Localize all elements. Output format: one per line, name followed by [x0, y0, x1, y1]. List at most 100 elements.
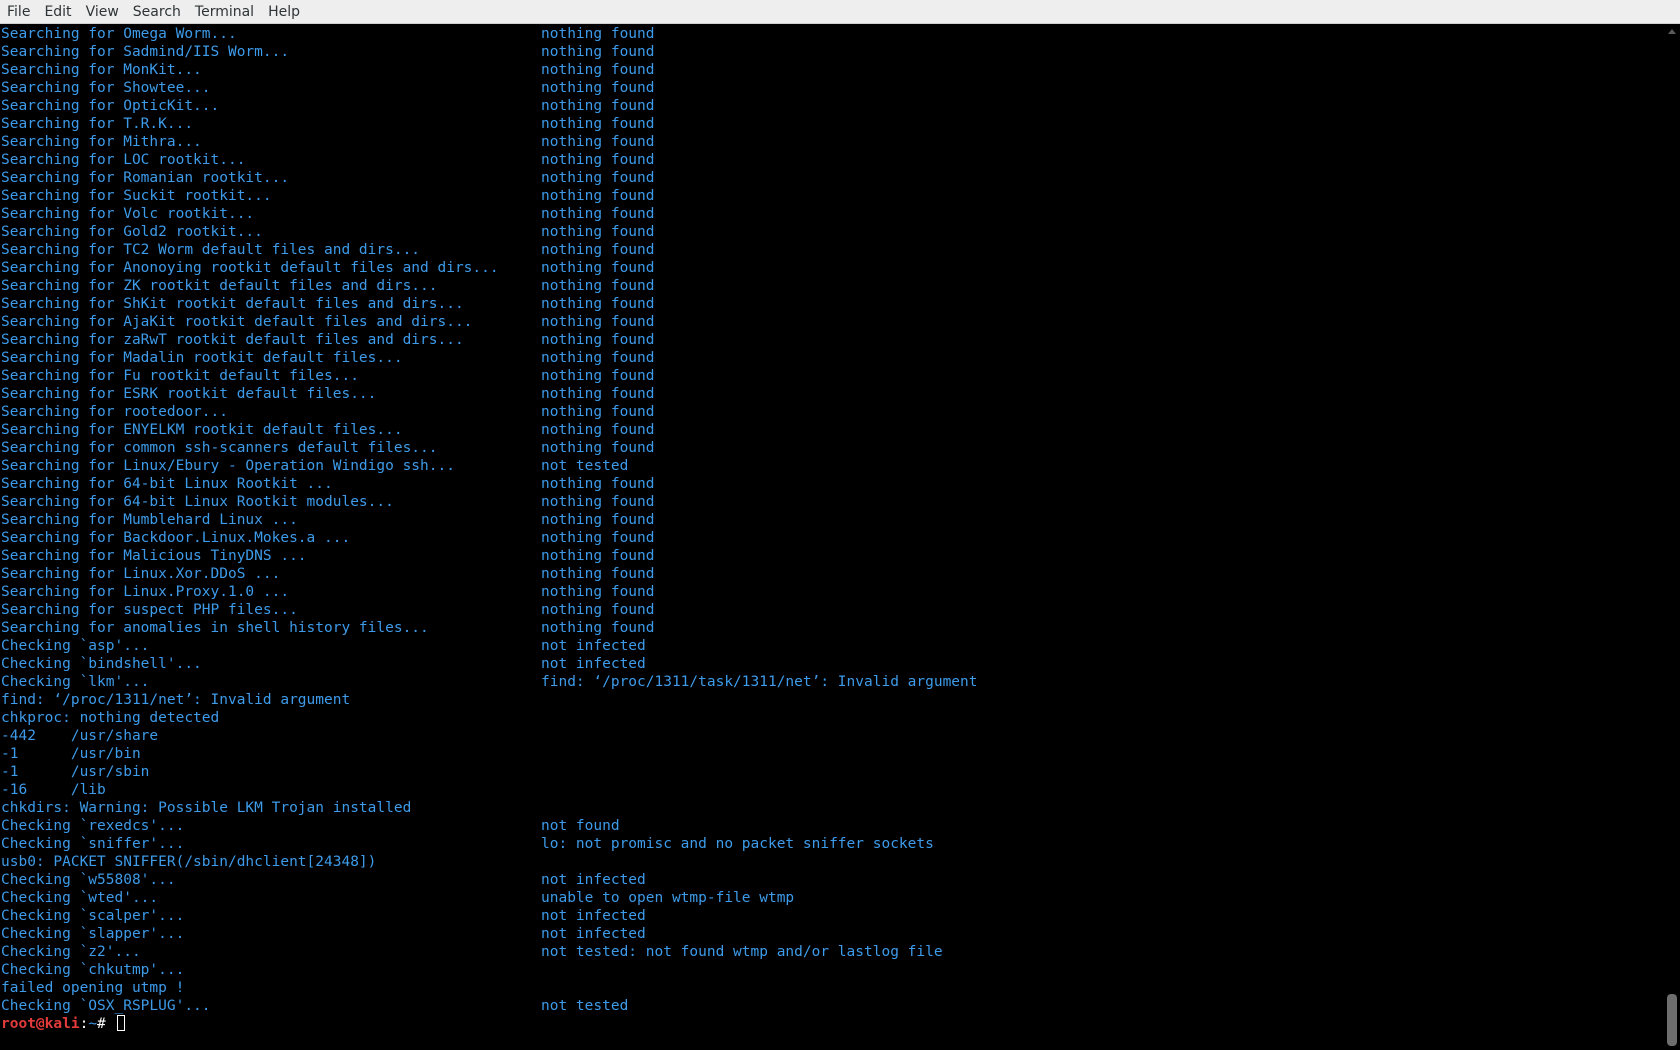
terminal-scrollbar[interactable] [1664, 25, 1680, 1050]
line-message: chkdirs: Warning: Possible LKM Trojan in… [1, 800, 412, 816]
line-message: Searching for LOC rootkit... [1, 152, 246, 168]
line-result: nothing found [541, 566, 655, 582]
line-result: nothing found [541, 80, 655, 96]
terminal-line: Searching for LOC rootkit... nothing foun… [0, 151, 1664, 169]
line-result: not infected [541, 926, 646, 942]
terminal-line: Searching for Sadmind/IIS Worm... nothing… [0, 43, 1664, 61]
line-result: not infected [541, 872, 646, 888]
line-result: not infected [541, 908, 646, 924]
line-result: lo: not promisc and no packet sniffer so… [541, 836, 934, 852]
line-message: Searching for Linux/Ebury - Operation Wi… [1, 458, 455, 474]
terminal-line: Searching for OpticKit... nothing found [0, 97, 1664, 115]
line-message: Checking `z2'... [1, 944, 141, 960]
line-message: Searching for Gold2 rootkit... [1, 224, 263, 240]
terminal-line: -1 /usr/sbin [0, 763, 1664, 781]
line-message: Checking `chkutmp'... [1, 962, 185, 978]
line-result: nothing found [541, 602, 655, 618]
line-result: nothing found [541, 404, 655, 420]
line-result: nothing found [541, 494, 655, 510]
terminal-line: -16 /lib [0, 781, 1664, 799]
line-message: Checking `scalper'... [1, 908, 185, 924]
menu-view[interactable]: View [79, 0, 126, 24]
line-message: Searching for ShKit rootkit default file… [1, 296, 464, 312]
line-message: -442 /usr/share [1, 728, 159, 744]
terminal-line: Checking `chkutmp'... [0, 961, 1664, 979]
line-result: nothing found [541, 206, 655, 222]
line-message: Searching for common ssh-scanners defaul… [1, 440, 438, 456]
line-result: not found [541, 818, 620, 834]
line-result: find: ‘/proc/1311/task/1311/net’: Invali… [541, 674, 978, 690]
menu-edit[interactable]: Edit [37, 0, 78, 24]
line-message: Checking `slapper'... [1, 926, 185, 942]
line-result: nothing found [541, 368, 655, 384]
terminal-line: Checking `w55808'... not infected [0, 871, 1664, 889]
terminal-line: -1 /usr/bin [0, 745, 1664, 763]
line-result: nothing found [541, 134, 655, 150]
line-message: Checking `wted'... [1, 890, 159, 906]
line-message: Searching for TC2 Worm default files and… [1, 242, 421, 258]
scroll-up-arrow-icon[interactable] [1668, 29, 1676, 34]
terminal-line: Searching for Malicious TinyDNS ... nothi… [0, 547, 1664, 565]
line-result: not tested [541, 998, 629, 1014]
line-result: nothing found [541, 314, 655, 330]
terminal-line: Searching for Gold2 rootkit... nothing fo… [0, 223, 1664, 241]
line-message: Searching for Madalin rootkit default fi… [1, 350, 403, 366]
line-message: usb0: PACKET SNIFFER(/sbin/dhclient[2434… [1, 854, 377, 870]
line-result: not tested [541, 458, 629, 474]
terminal-line: Searching for Fu rootkit default files..… [0, 367, 1664, 385]
text-cursor [116, 1015, 125, 1031]
menu-terminal[interactable]: Terminal [188, 0, 261, 24]
terminal-line: Checking `wted'... unable to open wtmp-fi… [0, 889, 1664, 907]
terminal-line: failed opening utmp ! [0, 979, 1664, 997]
line-result: nothing found [541, 62, 655, 78]
terminal-line: Searching for Madalin rootkit default fi… [0, 349, 1664, 367]
terminal-line: Searching for ZK rootkit default files a… [0, 277, 1664, 295]
terminal-output[interactable]: Searching for Omega Worm... nothing found… [0, 25, 1664, 1050]
terminal-line: chkdirs: Warning: Possible LKM Trojan in… [0, 799, 1664, 817]
terminal-line: Searching for Showtee... nothing found [0, 79, 1664, 97]
line-result: nothing found [541, 152, 655, 168]
menu-file[interactable]: File [0, 0, 37, 24]
terminal-line: Checking `z2'... not tested: not found wt… [0, 943, 1664, 961]
menu-search[interactable]: Search [126, 0, 188, 24]
line-message: -1 /usr/bin [1, 746, 141, 762]
line-message: Searching for Suckit rootkit... [1, 188, 272, 204]
line-message: Searching for Mithra... [1, 134, 202, 150]
line-result: nothing found [541, 296, 655, 312]
line-message: Checking `sniffer'... [1, 836, 185, 852]
terminal-line: chkproc: nothing detected [0, 709, 1664, 727]
line-result: nothing found [541, 548, 655, 564]
line-result: nothing found [541, 530, 655, 546]
line-result: nothing found [541, 350, 655, 366]
terminal-line: -442 /usr/share [0, 727, 1664, 745]
terminal-line: Searching for Backdoor.Linux.Mokes.a ...… [0, 529, 1664, 547]
terminal-line: Searching for TC2 Worm default files and… [0, 241, 1664, 259]
line-message: Searching for Sadmind/IIS Worm... [1, 44, 290, 60]
terminal-line: Searching for 64-bit Linux Rootkit ... no… [0, 475, 1664, 493]
terminal-line: find: ‘/proc/1311/net’: Invalid argument [0, 691, 1664, 709]
line-message: Searching for rootedoor... [1, 404, 228, 420]
line-result: nothing found [541, 170, 655, 186]
line-message: Checking `rexedcs'... [1, 818, 185, 834]
prompt-line[interactable]: root@kali:~# [0, 1015, 1664, 1033]
line-message: find: ‘/proc/1311/net’: Invalid argument [1, 692, 351, 708]
line-message: Searching for Malicious TinyDNS ... [1, 548, 307, 564]
line-message: Checking `lkm'... [1, 674, 150, 690]
terminal-line: Checking `lkm'... find: ‘/proc/1311/task/… [0, 673, 1664, 691]
terminal-line: Checking `asp'... not infected [0, 637, 1664, 655]
menu-help[interactable]: Help [261, 0, 307, 24]
line-message: Searching for Backdoor.Linux.Mokes.a ... [1, 530, 351, 546]
line-message: Searching for ESRK rootkit default files… [1, 386, 377, 402]
line-result: nothing found [541, 260, 655, 276]
line-message: Searching for T.R.K... [1, 116, 194, 132]
line-result: nothing found [541, 620, 655, 636]
line-result: nothing found [541, 440, 655, 456]
line-message: Checking `asp'... [1, 638, 150, 654]
terminal-line: Searching for Linux.Proxy.1.0 ... nothing… [0, 583, 1664, 601]
line-result: nothing found [541, 386, 655, 402]
scrollbar-thumb[interactable] [1667, 994, 1677, 1046]
prompt: root@kali:~# [1, 1015, 125, 1033]
line-message: Searching for MonKit... [1, 62, 202, 78]
terminal-line: Searching for Suckit rootkit... nothing f… [0, 187, 1664, 205]
terminal-line: Searching for Romanian rootkit... nothing… [0, 169, 1664, 187]
